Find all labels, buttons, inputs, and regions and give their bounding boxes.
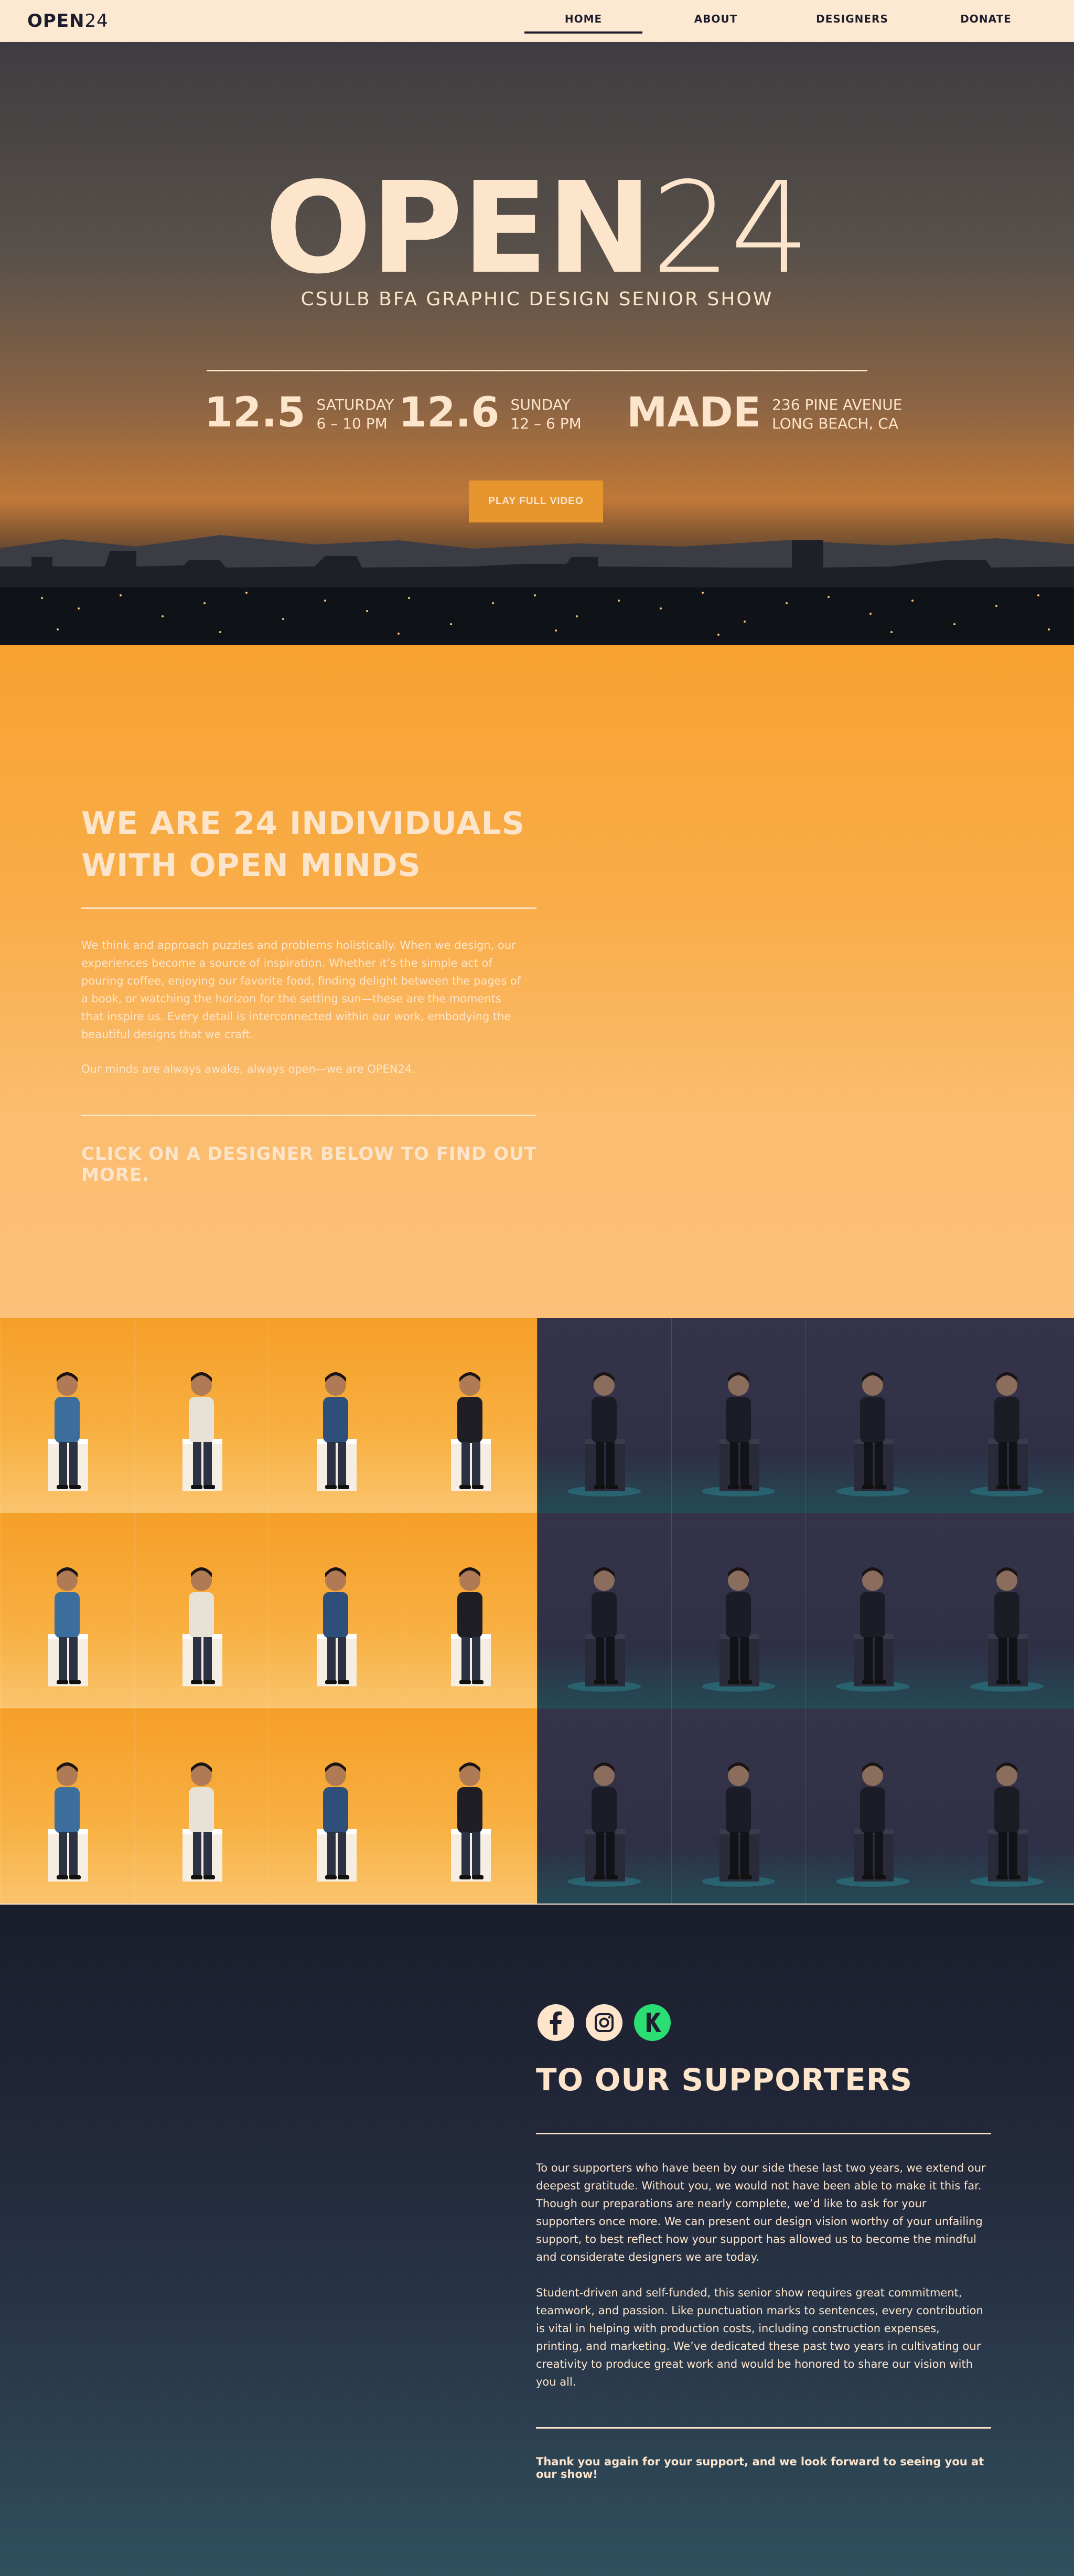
designer-portrait[interactable]: [940, 1318, 1074, 1513]
about-divider-top: [81, 907, 536, 909]
designer-portrait[interactable]: [537, 1513, 671, 1708]
supporters-thanks: Thank you again for your support, and we…: [536, 2455, 984, 2481]
designer-portrait[interactable]: [268, 1513, 403, 1708]
designer-portrait[interactable]: [268, 1708, 403, 1904]
logo-number: 24: [84, 10, 109, 31]
designer-portrait[interactable]: [268, 1318, 403, 1513]
designer-portrait[interactable]: [806, 1513, 940, 1708]
hero-title-number: 24: [651, 155, 810, 302]
designer-portrait[interactable]: [403, 1318, 537, 1513]
hero-subtitle: CSULB BFA GRAPHIC DESIGN SENIOR SHOW: [300, 288, 774, 310]
hero-title-word: OPEN: [264, 155, 652, 302]
designer-portrait[interactable]: [671, 1708, 806, 1904]
event-date: 12.5: [205, 389, 306, 436]
designer-portrait[interactable]: [134, 1513, 268, 1708]
logo-word: OPEN: [27, 10, 85, 31]
designer-portrait[interactable]: [806, 1318, 940, 1513]
designer-portrait[interactable]: [134, 1708, 268, 1904]
venue-city: LONG BEACH, CA: [772, 415, 898, 432]
nav-designers[interactable]: DESIGNERS: [808, 13, 897, 25]
about-paragraph: We think and approach puzzles and proble…: [81, 939, 521, 1041]
designer-portrait[interactable]: [940, 1513, 1074, 1708]
hero-title: OPEN24: [0, 165, 1074, 291]
event-saturday: 12.5 SATURDAY 6 – 10 PM: [205, 392, 394, 433]
supporters-paragraph: Student-driven and self-funded, this sen…: [536, 2286, 983, 2388]
event-time: 6 – 10 PM: [316, 415, 388, 432]
designer-portrait[interactable]: [0, 1318, 134, 1513]
designer-portrait[interactable]: [671, 1318, 806, 1513]
designers-grid: [0, 1318, 1074, 1905]
event-day: SUNDAY: [510, 396, 571, 413]
about-section: WE ARE 24 INDIVIDUALS WITH OPEN MINDS We…: [0, 645, 1074, 1318]
about-divider-bottom: [81, 1115, 536, 1116]
event-sunday: 12.6 SUNDAY 12 – 6 PM: [399, 392, 582, 433]
designers-cta: CLICK ON A DESIGNER BELOW TO FIND OUT MO…: [81, 1143, 537, 1185]
supporters-body: To our supporters who have been by our s…: [536, 2159, 987, 2409]
nav-home[interactable]: HOME: [524, 13, 642, 25]
designer-portrait[interactable]: [537, 1318, 671, 1513]
city-skyline-image: [0, 535, 1074, 645]
hero-divider: [207, 370, 867, 371]
designer-portrait[interactable]: [806, 1708, 940, 1904]
supporters-heading: TO OUR SUPPORTERS: [536, 2062, 913, 2098]
event-date: 12.6: [399, 389, 500, 436]
designer-portrait[interactable]: [0, 1513, 134, 1708]
supporters-paragraph: To our supporters who have been by our s…: [536, 2162, 986, 2263]
venue-street: 236 PINE AVENUE: [772, 396, 903, 413]
nav-about[interactable]: ABOUT: [676, 13, 755, 25]
kickstarter-icon[interactable]: [634, 2004, 671, 2041]
top-nav: OPEN24 HOME ABOUT DESIGNERS DONATE: [0, 0, 1074, 42]
supporters-divider-top: [536, 2133, 991, 2134]
about-heading: WE ARE 24 INDIVIDUALS WITH OPEN MINDS: [81, 805, 525, 884]
designer-portrait[interactable]: [403, 1708, 537, 1904]
designer-portrait[interactable]: [134, 1318, 268, 1513]
event-day: SATURDAY: [316, 396, 394, 413]
designer-portrait[interactable]: [537, 1708, 671, 1904]
supporters-divider-bottom: [536, 2427, 991, 2429]
about-paragraph: Our minds are always awake, always open—…: [81, 1063, 415, 1075]
hero-section: OPEN24 CSULB BFA GRAPHIC DESIGN SENIOR S…: [0, 42, 1074, 645]
event-venue: MADE 236 PINE AVENUE LONG BEACH, CA: [627, 392, 902, 433]
nav-active-underline: [524, 31, 642, 34]
designer-portrait[interactable]: [671, 1513, 806, 1708]
venue-name: MADE: [627, 389, 761, 436]
about-body: We think and approach puzzles and proble…: [81, 936, 527, 1095]
designer-portrait[interactable]: [940, 1708, 1074, 1904]
site-logo[interactable]: OPEN24: [27, 10, 109, 31]
nav-donate[interactable]: DONATE: [949, 13, 1023, 25]
designer-portrait[interactable]: [0, 1708, 134, 1904]
supporters-section: TO OUR SUPPORTERS To our supporters who …: [0, 1905, 1074, 2576]
event-time: 12 – 6 PM: [510, 415, 582, 432]
designer-portrait[interactable]: [403, 1513, 537, 1708]
instagram-icon[interactable]: [586, 2004, 622, 2041]
facebook-icon[interactable]: [538, 2004, 574, 2041]
